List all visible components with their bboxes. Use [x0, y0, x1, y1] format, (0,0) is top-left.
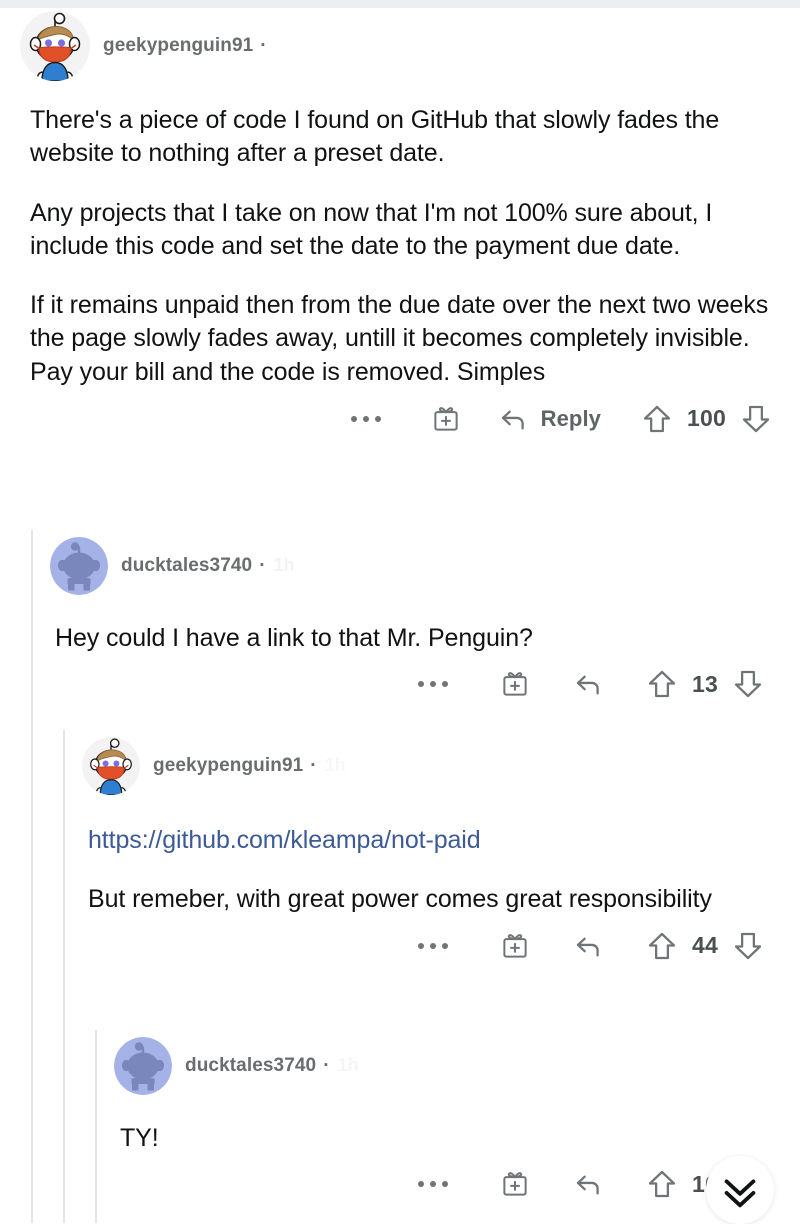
comment-header[interactable]: geekypenguin91 ·	[20, 8, 778, 84]
upvote-button[interactable]	[646, 930, 678, 962]
comment-header[interactable]: ducktales3740 · 1h	[114, 1030, 778, 1102]
meta-separator: ·	[260, 35, 267, 56]
meta-separator: ·	[310, 755, 317, 776]
comment-username[interactable]: ducktales3740	[121, 555, 252, 577]
comment-body: TY!	[114, 1102, 778, 1155]
give-award-button[interactable]	[431, 404, 461, 434]
upvote-button[interactable]	[641, 403, 673, 435]
comment-paragraph: Hey could I have a link to that Mr. Peng…	[55, 624, 533, 652]
comment-header[interactable]: ducktales3740 · 1h	[50, 530, 778, 602]
comment-body: Hey could I have a link to that Mr. Peng…	[50, 602, 778, 655]
comment-action-bar: 13	[50, 655, 778, 713]
comment-thread-item: ducktales3740 · 1h TY! 10	[0, 1030, 800, 1223]
comment-link[interactable]: https://github.com/kleampa/not-paid	[88, 824, 778, 857]
more-options-button[interactable]	[418, 681, 449, 688]
comment-username[interactable]: geekypenguin91	[153, 755, 303, 777]
comment-timestamp: 1h	[324, 755, 346, 775]
comment-thread-item: ducktales3740 · 1h Hey could I have a li…	[0, 530, 800, 1223]
comment-paragraph: There's a piece of code I found on GitHu…	[30, 106, 720, 168]
comment-score: 13	[692, 670, 718, 697]
avatar[interactable]	[114, 1037, 172, 1095]
comment-author-line[interactable]: ducktales3740 · 1h	[185, 1055, 359, 1077]
comment-username[interactable]: geekypenguin91	[103, 35, 253, 57]
meta-separator: ·	[259, 555, 266, 576]
comment-author-line[interactable]: geekypenguin91 ·	[103, 35, 275, 57]
give-award-button[interactable]	[500, 1169, 530, 1199]
more-options-button[interactable]	[418, 1181, 449, 1188]
reply-button[interactable]	[572, 1168, 604, 1200]
comment-score: 44	[692, 932, 718, 958]
avatar[interactable]	[82, 737, 140, 795]
comment-paragraph: But remeber, with great power comes grea…	[88, 885, 712, 914]
comment-body: There's a piece of code I found on GitHu…	[20, 84, 778, 389]
comment-paragraph: Any projects that I take on now that I'm…	[30, 198, 713, 260]
reply-button[interactable]	[572, 668, 604, 700]
meta-separator: ·	[323, 1055, 330, 1076]
comment-author-line[interactable]: ducktales3740 · 1h	[121, 555, 295, 577]
comment-username[interactable]: ducktales3740	[185, 1055, 316, 1077]
downvote-button[interactable]	[732, 668, 764, 700]
downvote-button[interactable]	[740, 403, 772, 435]
comment-body: https://github.com/kleampa/not-paid But …	[82, 802, 778, 917]
upvote-button[interactable]	[646, 1168, 678, 1200]
comment-timestamp: 1h	[273, 555, 295, 575]
comment-action-bar: 44	[82, 917, 778, 975]
comment-author-line[interactable]: geekypenguin91 · 1h	[153, 755, 346, 777]
reply-label[interactable]: Reply	[541, 406, 601, 432]
downvote-button[interactable]	[732, 930, 764, 962]
double-chevron-down-icon	[724, 1179, 756, 1208]
reply-button[interactable]: Reply	[497, 403, 601, 435]
more-options-button[interactable]	[418, 942, 449, 949]
avatar[interactable]	[50, 537, 108, 595]
give-award-button[interactable]	[500, 669, 530, 699]
comment-timestamp: 1h	[337, 1055, 359, 1075]
comment-header[interactable]: geekypenguin91 · 1h	[82, 730, 778, 802]
more-options-button[interactable]	[350, 415, 381, 422]
avatar[interactable]	[20, 11, 90, 81]
comment-action-bar: Reply 100	[20, 389, 778, 449]
comment-action-bar: 10	[114, 1155, 778, 1213]
reply-button[interactable]	[572, 930, 604, 962]
comment-paragraph: TY!	[120, 1124, 159, 1152]
next-thread-button[interactable]	[706, 1156, 774, 1224]
upvote-button[interactable]	[646, 668, 678, 700]
comment-thread-item: geekypenguin91 · 1h https://github.com/k…	[0, 730, 800, 1223]
top-divider-strip	[0, 0, 800, 8]
comment-thread-item: geekypenguin91 · There's a piece of code…	[0, 8, 800, 449]
comment-score: 100	[687, 405, 726, 432]
give-award-button[interactable]	[500, 931, 530, 961]
comment-paragraph: If it remains unpaid then from the due d…	[30, 291, 769, 386]
